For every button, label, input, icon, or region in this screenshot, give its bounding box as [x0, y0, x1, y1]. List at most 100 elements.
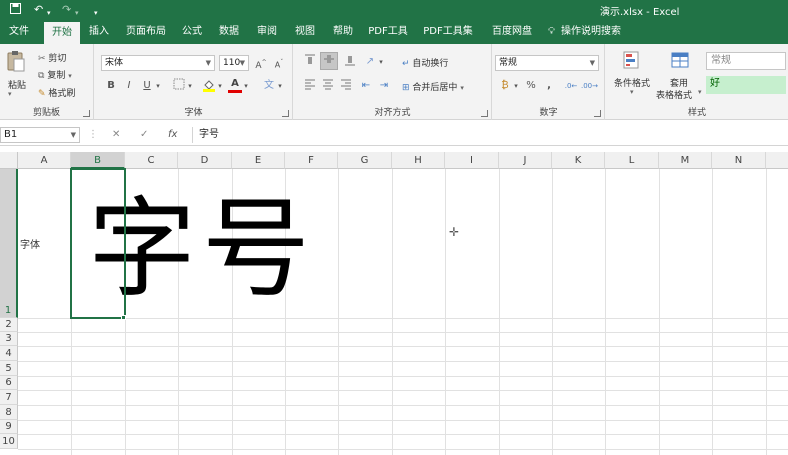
row-header-3[interactable]: 3 [0, 332, 18, 346]
borders-dropdown-icon[interactable]: ▾ [185, 78, 195, 94]
cell-a1[interactable]: 字体 [20, 236, 40, 251]
formula-input[interactable]: 字号 [192, 127, 788, 143]
tab-pdf-toolset[interactable]: PDF工具集 [418, 20, 478, 44]
column-header-o[interactable] [766, 152, 788, 169]
alignment-launcher-icon[interactable] [481, 110, 488, 117]
italic-button[interactable]: I [121, 78, 137, 94]
fill-color-dropdown-icon[interactable]: ▾ [215, 78, 225, 94]
tab-view[interactable]: 视图 [288, 20, 322, 44]
number-format-select[interactable]: 常规 ▼ [495, 55, 599, 71]
underline-dropdown-icon[interactable]: ▾ [153, 78, 163, 94]
copy-button[interactable]: ⧉ 复制 ▾ [38, 68, 72, 81]
save-icon[interactable] [10, 3, 21, 18]
column-header-c[interactable]: C [125, 152, 178, 169]
comma-style-button[interactable]: , [541, 78, 557, 94]
align-left-button[interactable] [302, 78, 318, 94]
insert-function-icon[interactable]: fx [168, 127, 177, 143]
cut-button[interactable]: ✂ 剪切 [38, 51, 66, 64]
top-align-button[interactable] [302, 54, 318, 70]
bottom-align-button[interactable] [342, 54, 358, 70]
name-box[interactable]: B1 ▼ [0, 127, 80, 143]
select-all-button[interactable] [0, 152, 18, 169]
increase-indent-button[interactable]: ⇥ [376, 78, 392, 94]
row-header-4[interactable]: 4 [0, 346, 18, 361]
row-header-9[interactable]: 9 [0, 420, 18, 434]
format-as-table-dropdown-icon[interactable]: ▾ [698, 88, 702, 96]
row-header-5[interactable]: 5 [0, 361, 18, 376]
tab-insert[interactable]: 插入 [82, 20, 116, 44]
style-normal[interactable]: 常规 [706, 52, 786, 70]
orientation-dropdown-icon[interactable]: ▾ [376, 54, 386, 70]
lightbulb-icon: 💡︎ [548, 26, 555, 37]
column-header-g[interactable]: G [338, 152, 392, 169]
column-header-f[interactable]: F [285, 152, 338, 169]
bold-button[interactable]: B [103, 78, 119, 94]
shrink-font-button[interactable]: Aˇ [271, 55, 287, 71]
undo-dropdown-icon[interactable]: ▾ [47, 6, 51, 20]
font-launcher-icon[interactable] [282, 110, 289, 117]
tab-pdf-tools[interactable]: PDF工具 [364, 20, 412, 44]
row-header-10[interactable]: 10 [0, 434, 18, 449]
merge-center-button[interactable]: ⊞ 合并后居中 ▾ [402, 80, 464, 93]
grow-font-button[interactable]: A^ [253, 55, 269, 71]
copy-dropdown-icon[interactable]: ▾ [68, 72, 72, 80]
row-header-8[interactable]: 8 [0, 405, 18, 420]
align-center-button[interactable] [320, 78, 336, 94]
column-header-e[interactable]: E [232, 152, 285, 169]
redo-icon[interactable]: ↷ [62, 3, 71, 17]
font-name-select[interactable]: 宋体 ▼ [101, 55, 215, 71]
tab-help[interactable]: 帮助 [326, 20, 360, 44]
tab-page-layout[interactable]: 页面布局 [120, 20, 172, 44]
tab-file[interactable]: 文件 [0, 20, 38, 44]
column-header-m[interactable]: M [659, 152, 712, 169]
column-header-h[interactable]: H [392, 152, 445, 169]
percent-button[interactable]: % [523, 78, 539, 94]
font-size-select[interactable]: 110 ▼ [219, 55, 249, 71]
column-header-j[interactable]: J [499, 152, 552, 169]
column-header-b[interactable]: B [71, 152, 125, 169]
enter-icon[interactable]: ✓ [140, 127, 148, 143]
align-right-button[interactable] [338, 78, 354, 94]
decrease-indent-button[interactable]: ⇤ [358, 78, 374, 94]
tell-me-search[interactable]: 💡︎ 操作说明搜索 [548, 20, 621, 44]
cancel-icon[interactable]: ✕ [112, 127, 120, 143]
chevron-down-icon: ▼ [239, 59, 245, 67]
tab-formulas[interactable]: 公式 [176, 20, 208, 44]
format-painter-button[interactable]: ✎ 格式刷 [38, 86, 75, 99]
column-header-i[interactable]: I [445, 152, 499, 169]
increase-decimal-button[interactable]: .0← [563, 78, 579, 94]
customize-quick-access-icon[interactable]: ▾ [94, 6, 98, 20]
worksheet-grid[interactable]: A B C D E F G H I J K L M N 1 2 3 4 5 6 … [0, 152, 788, 455]
column-header-d[interactable]: D [178, 152, 232, 169]
format-as-table-button[interactable] [670, 50, 690, 73]
accounting-dropdown-icon[interactable]: ▾ [511, 78, 521, 94]
tab-review[interactable]: 审阅 [250, 20, 284, 44]
wrap-text-button[interactable]: ↵ 自动换行 [402, 56, 448, 69]
tab-data[interactable]: 数据 [212, 20, 246, 44]
row-header-1[interactable]: 1 [0, 169, 18, 318]
decrease-decimal-button[interactable]: .00→ [581, 78, 598, 94]
column-header-l[interactable]: L [605, 152, 659, 169]
tab-baidu-netdisk[interactable]: 百度网盘 [484, 20, 540, 44]
font-color-dropdown-icon[interactable]: ▾ [241, 78, 251, 94]
merge-dropdown-icon[interactable]: ▾ [460, 84, 464, 92]
phonetic-dropdown-icon[interactable]: ▾ [275, 78, 285, 94]
fill-handle[interactable] [121, 315, 126, 320]
column-header-n[interactable]: N [712, 152, 766, 169]
number-launcher-icon[interactable] [594, 110, 601, 117]
document-title: 演示.xlsx - Excel [600, 7, 680, 18]
tab-home[interactable]: 开始 [44, 22, 80, 44]
conditional-dropdown-icon[interactable]: ▾ [630, 88, 634, 96]
column-header-k[interactable]: K [552, 152, 605, 169]
redo-dropdown-icon[interactable]: ▾ [75, 6, 79, 20]
conditional-formatting-button[interactable] [622, 50, 642, 73]
row-header-6[interactable]: 6 [0, 376, 18, 390]
column-header-a[interactable]: A [18, 152, 71, 169]
row-header-7[interactable]: 7 [0, 390, 18, 405]
style-good[interactable]: 好 [706, 76, 786, 94]
row-header-2[interactable]: 2 [0, 318, 18, 332]
clipboard-launcher-icon[interactable] [83, 110, 90, 117]
undo-icon[interactable]: ↶ [34, 3, 43, 17]
middle-align-button[interactable] [320, 52, 338, 70]
paste-dropdown-icon[interactable]: ▾ [8, 90, 12, 98]
